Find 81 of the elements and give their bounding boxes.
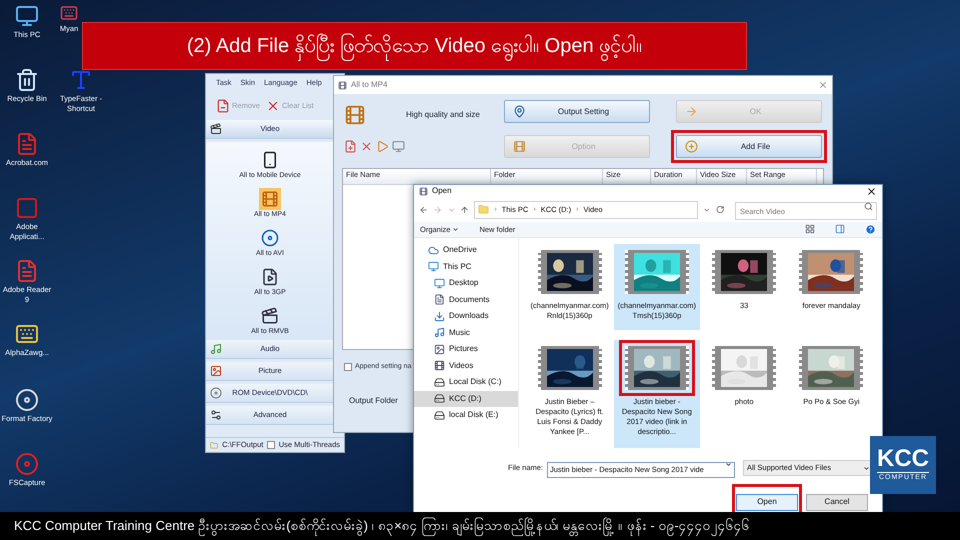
record-icon [15,452,39,476]
folder-icon [478,204,490,216]
document-icon [434,294,445,306]
image-icon [210,365,222,377]
arrow-icon [685,105,698,118]
app-icon [15,196,39,220]
forward-icon[interactable] [433,204,443,215]
close-icon[interactable] [866,186,877,197]
nav-item[interactable]: Documents [414,292,518,308]
back-icon[interactable] [419,204,428,215]
music-icon [434,327,445,338]
cloud-icon [428,244,439,256]
checkbox[interactable] [344,363,352,372]
play-icon[interactable] [376,140,389,153]
nav-item[interactable]: Pictures [414,341,518,358]
drive-icon [434,410,445,421]
screen-icon[interactable] [392,140,405,153]
video-file-icon [260,268,279,286]
film-icon [419,186,428,196]
help-icon[interactable] [865,224,876,235]
quality-label: High quality and size [406,109,480,121]
footer-bar: KCC Computer Training Centre ဦးပွားအဆင်လမ်း(စစ်ကိုင်းလမ်းခွဲ) ၊ ၈၃×၈၄ ကြား၊ ချမ်းမြသာစည်မြို့နယ်၊ မန္တလေးမြို့ ။ ဖုန်း - ၀၉-၄၄၄၀၂၄၆၄၆ [0,512,960,540]
nav-item[interactable]: Videos [414,358,518,374]
nav-item[interactable]: local Disk (E:) [414,407,518,424]
document-icon [15,259,39,283]
film-icon [513,140,526,153]
output-folder-label: Output Folder [349,394,398,406]
computer-icon [15,4,39,28]
dialog-title: Open [432,185,452,198]
action-button[interactable]: Add File [676,135,822,158]
computer-icon [428,261,439,272]
text-icon [69,68,93,92]
pane-icon[interactable] [835,224,845,234]
film-icon [338,80,347,90]
dialog-button[interactable]: Cancel [806,494,868,510]
up-icon[interactable] [460,204,470,215]
view-icon[interactable] [805,224,815,234]
pin-icon [513,105,526,118]
nav-item[interactable]: Downloads [414,308,518,324]
image-icon [434,344,445,355]
nav-item[interactable]: KCC (D:) [414,390,518,407]
nav-item[interactable]: Local Disk (C:) [414,374,518,390]
nav-item[interactable]: Music [414,324,518,341]
nav-item[interactable]: OneDrive [414,242,518,258]
download-icon [434,310,445,322]
caret-icon[interactable] [703,206,711,214]
disc-icon [15,388,39,412]
nav-item[interactable]: Desktop [414,275,518,292]
nav-item[interactable]: This PC [414,258,518,275]
window-title: All to MP4 [351,79,388,91]
drive-icon [434,376,445,388]
clapperboard-icon [210,123,222,135]
logo-text: KCC [877,446,929,472]
music-icon [210,343,222,355]
monitor-icon [434,278,445,289]
checkbox[interactable] [267,441,275,449]
drive-icon [434,393,445,404]
title-banner: (2) Add File နှိပ်ပြီး ဖြတ်လိုသော Video ရွေးပါ။ Open ဖွင့်ပါ။ [82,22,747,70]
folder-icon [210,440,218,450]
action-button[interactable]: Output Setting [504,100,650,123]
caret-icon [863,464,870,472]
refresh-icon[interactable] [716,205,724,214]
search-icon [864,202,873,212]
document-icon [15,132,39,156]
clapperboard-icon [260,306,279,324]
keyboard-icon [60,4,78,22]
caret-icon [452,226,460,233]
disc-icon [210,387,222,399]
caret-icon [725,460,732,468]
film-icon [434,360,445,372]
keyboard-icon [15,322,39,346]
film-icon [344,104,366,126]
film-icon [261,190,279,208]
file-add-icon[interactable] [344,140,357,153]
recycle-bin-icon [15,68,39,92]
document-icon [216,99,230,113]
plus-icon [685,140,698,153]
dialog-button[interactable]: Open [736,494,798,510]
disc-icon [260,228,279,246]
phone-icon [261,150,279,168]
caret-icon[interactable] [448,206,456,214]
